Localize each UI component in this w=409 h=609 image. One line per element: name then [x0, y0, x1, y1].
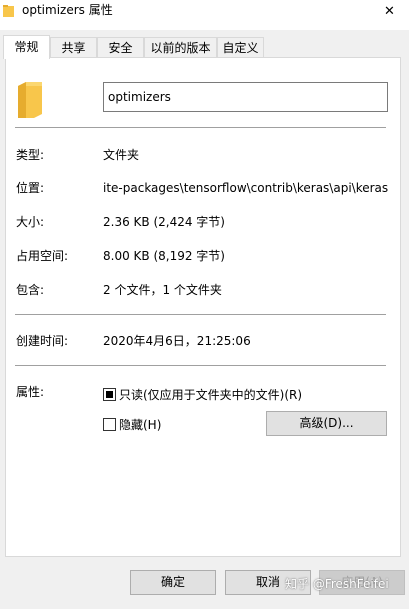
size-label: 大小: — [16, 215, 45, 229]
created-value: 2020年4月6日，21:25:06 — [103, 334, 251, 348]
watermark-text: 知乎 @FreshFeifei — [285, 577, 389, 591]
indeterminate-mark — [106, 391, 113, 398]
general-panel — [5, 57, 401, 557]
readonly-checkbox[interactable] — [103, 388, 116, 401]
hidden-label[interactable]: 隐藏(H) — [119, 418, 161, 432]
attributes-label: 属性: — [16, 385, 45, 399]
tab-sharing[interactable]: 共享 — [50, 37, 97, 57]
separator — [15, 127, 386, 128]
separator — [15, 314, 386, 315]
disk-size-label: 占用空间: — [16, 249, 69, 263]
tab-security[interactable]: 安全 — [97, 37, 144, 57]
close-icon: ✕ — [384, 3, 395, 19]
size-value: 2.36 KB (2,424 字节) — [103, 215, 225, 229]
ok-button[interactable]: 确定 — [130, 570, 216, 595]
contains-value: 2 个文件，1 个文件夹 — [103, 283, 222, 297]
created-label: 创建时间: — [16, 334, 69, 348]
tab-general[interactable]: 常规 — [3, 35, 50, 59]
hidden-checkbox[interactable] — [103, 418, 116, 431]
title-bar: optimizers 属性 ✕ — [0, 0, 409, 30]
tab-customize[interactable]: 自定义 — [217, 37, 264, 57]
readonly-label[interactable]: 只读(仅应用于文件夹中的文件)(R) — [119, 388, 302, 402]
close-button[interactable]: ✕ — [370, 0, 409, 22]
location-label: 位置: — [16, 181, 45, 195]
location-value: ite-packages\tensorflow\contrib\keras\ap… — [103, 181, 389, 195]
disk-size-value: 8.00 KB (8,192 字节) — [103, 249, 225, 263]
type-label: 类型: — [16, 148, 45, 162]
folder-icon — [3, 5, 14, 17]
advanced-button[interactable]: 高级(D)... — [266, 411, 387, 436]
window-title: optimizers 属性 — [22, 3, 113, 17]
contains-label: 包含: — [16, 283, 45, 297]
type-value: 文件夹 — [103, 148, 140, 162]
tab-previous-versions[interactable]: 以前的版本 — [144, 37, 217, 57]
folder-icon — [18, 82, 42, 118]
folder-name-input[interactable] — [103, 82, 388, 112]
separator — [15, 365, 386, 366]
